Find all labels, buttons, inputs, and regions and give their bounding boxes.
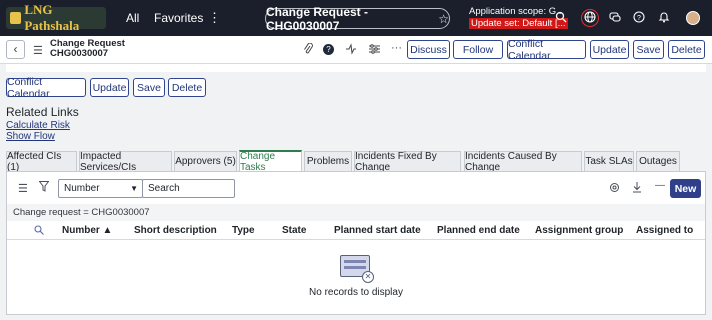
download-icon[interactable] xyxy=(632,182,642,196)
column-headers: Number ▲ Short description Type State Pl… xyxy=(7,221,705,240)
follow-button[interactable]: Follow xyxy=(453,40,503,59)
update-button[interactable]: Update xyxy=(590,40,629,59)
col-assigned-to[interactable]: Assigned to xyxy=(636,225,693,236)
search-field-select[interactable]: Number ▼ xyxy=(58,179,143,198)
bell-icon[interactable] xyxy=(657,11,671,25)
tab-impacted-services[interactable]: Impacted Services/CIs xyxy=(79,151,172,173)
column-search-icon[interactable] xyxy=(34,225,44,238)
top-nav: LNG Pathshala All Favorites ⋮ Change Req… xyxy=(0,0,712,36)
svg-text:?: ? xyxy=(637,15,641,22)
chevron-down-icon: ▼ xyxy=(130,184,138,193)
list-search-input[interactable]: Search xyxy=(142,179,235,198)
col-assignment-group[interactable]: Assignment group xyxy=(535,225,623,236)
related-links-title: Related Links xyxy=(6,105,79,119)
help-icon[interactable]: ? xyxy=(632,11,646,25)
tab-affected-cis[interactable]: Affected CIs (1) xyxy=(6,151,77,173)
tab-problems[interactable]: Problems xyxy=(304,151,352,171)
show-flow-link[interactable]: Show Flow xyxy=(6,131,55,142)
empty-bar xyxy=(344,260,366,263)
globe-icon[interactable] xyxy=(583,11,597,25)
more-actions-icon[interactable]: ··· xyxy=(391,42,402,54)
form-delete-button[interactable]: Delete xyxy=(168,78,206,97)
avatar[interactable] xyxy=(686,11,700,25)
tab-incidents-caused[interactable]: Incidents Caused By Change xyxy=(464,151,582,173)
tab-incidents-fixed[interactable]: Incidents Fixed By Change xyxy=(354,151,461,173)
logo[interactable]: LNG Pathshala xyxy=(6,2,106,33)
form-conflict-calendar-button[interactable]: Conflict Calendar xyxy=(6,76,86,100)
star-icon[interactable]: ☆ xyxy=(438,12,449,26)
hamburger-menu-icon[interactable]: ☰ xyxy=(33,44,43,57)
tab-task-slas[interactable]: Task SLAs xyxy=(584,151,634,171)
calculate-risk-link[interactable]: Calculate Risk xyxy=(6,120,70,131)
form-update-button[interactable]: Update xyxy=(90,78,129,97)
record-number: CHG0030007 xyxy=(50,48,109,59)
col-short-description[interactable]: Short description xyxy=(134,225,217,236)
nav-favorites[interactable]: Favorites xyxy=(154,11,203,25)
form-area xyxy=(6,64,706,72)
form-save-button[interactable]: Save xyxy=(133,78,165,97)
settings-sliders-icon[interactable] xyxy=(369,43,380,58)
chat-icon[interactable] xyxy=(608,11,622,25)
conflict-calendar-button[interactable]: Conflict Calendar xyxy=(507,38,586,62)
tab-approvers[interactable]: Approvers (5) xyxy=(174,151,237,171)
empty-message: No records to display xyxy=(309,287,403,298)
logo-mark-icon xyxy=(10,12,22,24)
search-icon[interactable] xyxy=(554,11,568,25)
empty-bar xyxy=(344,266,366,269)
col-planned-start[interactable]: Planned start date xyxy=(334,225,421,236)
close-circle-icon: ✕ xyxy=(362,271,374,283)
col-type[interactable]: Type xyxy=(232,225,255,236)
list-menu-icon[interactable]: ☰ xyxy=(18,182,28,195)
question-icon[interactable]: ? xyxy=(323,44,334,55)
more-menu-icon[interactable]: ⋮ xyxy=(208,10,221,26)
col-planned-end[interactable]: Planned end date xyxy=(437,225,520,236)
back-button[interactable]: ‹ xyxy=(6,40,25,59)
change-tasks-list: ☰ Number ▼ Search — New Change request = … xyxy=(6,171,706,315)
col-state[interactable]: State xyxy=(282,225,306,236)
discuss-button[interactable]: Discuss xyxy=(407,40,450,59)
gear-icon[interactable] xyxy=(609,182,620,196)
record-heading: Change Request CHG0030007 xyxy=(50,39,125,59)
record-title: Change Request - CHG0030007 xyxy=(266,4,369,33)
logo-text: LNG Pathshala xyxy=(24,2,80,33)
tab-change-tasks[interactable]: Change Tasks xyxy=(239,150,302,173)
update-set: Update set: Default [... xyxy=(469,18,568,29)
new-button[interactable]: New xyxy=(670,179,701,198)
selected-field: Number xyxy=(64,183,100,194)
paperclip-icon[interactable] xyxy=(303,42,313,58)
delete-button[interactable]: Delete xyxy=(668,40,705,59)
tab-outages[interactable]: Outages xyxy=(636,151,680,171)
filter-icon[interactable] xyxy=(38,181,50,195)
filter-breadcrumb[interactable]: Change request = CHG0030007 xyxy=(7,204,705,221)
scope-picker[interactable]: Application scope: G... Update set: Defa… xyxy=(469,6,568,30)
col-number[interactable]: Number ▲ xyxy=(62,225,112,236)
record-title-pill[interactable]: Change Request - CHG0030007 ☆ xyxy=(265,5,450,33)
save-button[interactable]: Save xyxy=(633,40,664,59)
minimize-icon[interactable]: — xyxy=(655,180,665,191)
nav-all[interactable]: All xyxy=(126,11,139,25)
activity-icon[interactable] xyxy=(346,43,356,58)
record-header: ‹ ☰ Change Request CHG0030007 ? ··· Disc… xyxy=(0,36,712,64)
application-scope: Application scope: G... xyxy=(469,6,565,17)
